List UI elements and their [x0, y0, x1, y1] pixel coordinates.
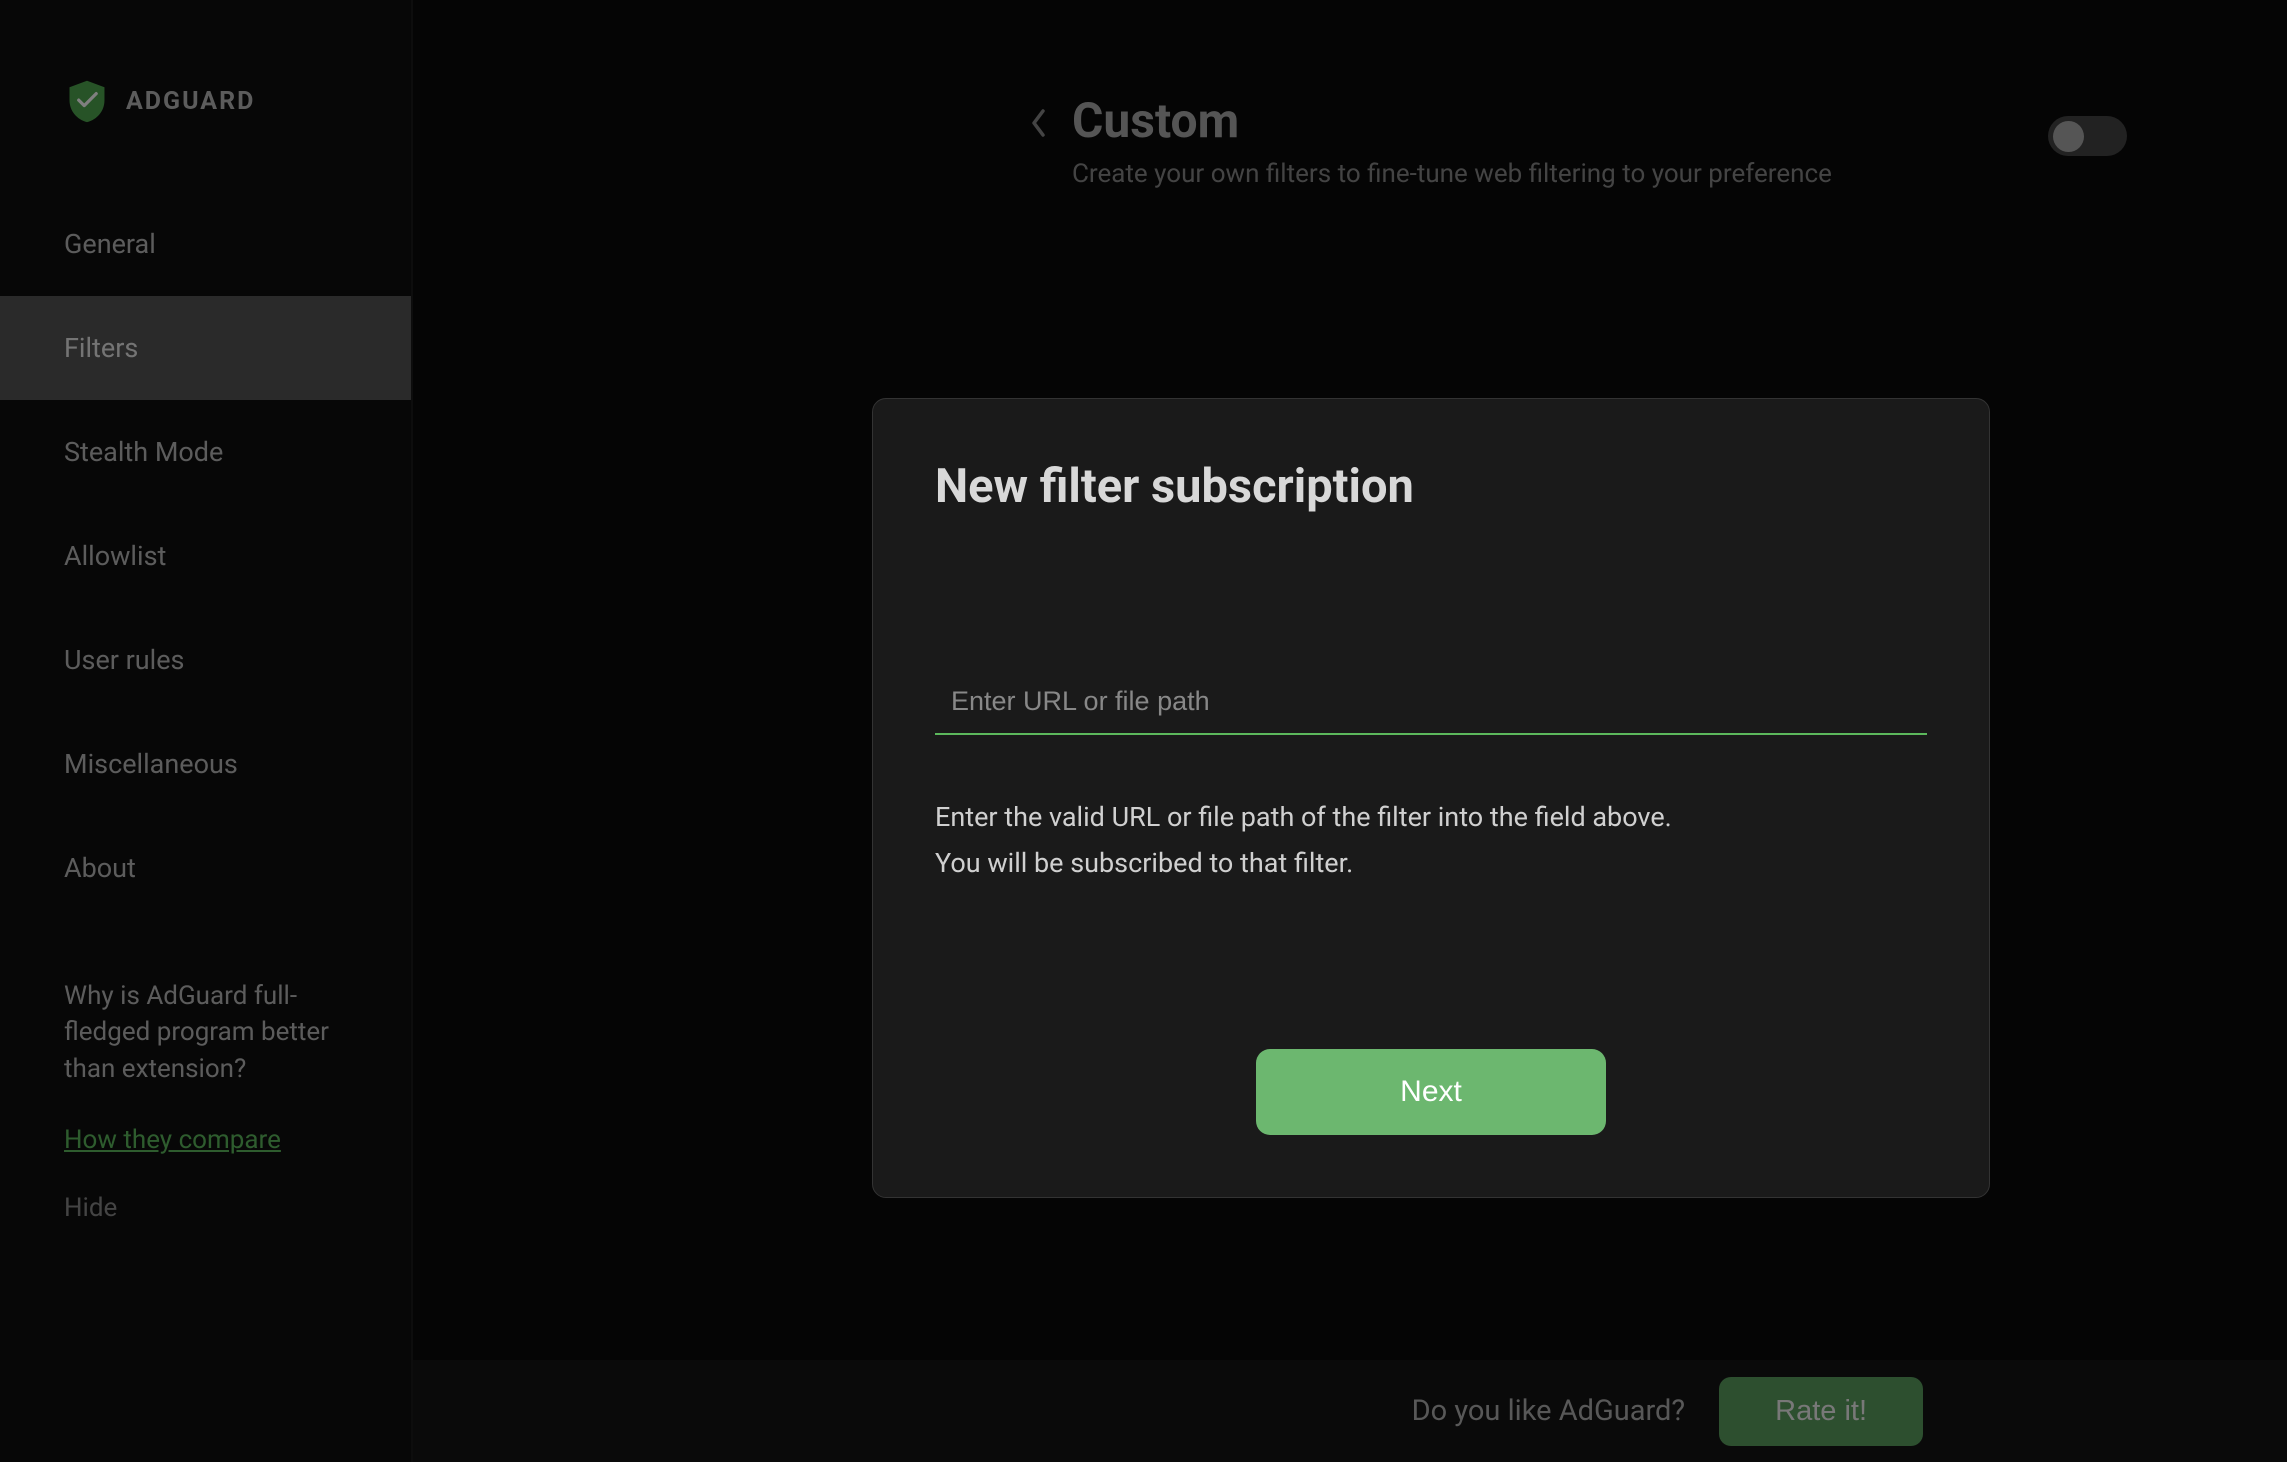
next-button[interactable]: Next — [1256, 1049, 1606, 1135]
modal-help-line-2: You will be subscribed to that filter. — [935, 841, 1927, 887]
filter-url-input[interactable] — [935, 674, 1927, 735]
modal-help-text: Enter the valid URL or file path of the … — [935, 795, 1927, 887]
modal-title: New filter subscription — [935, 459, 1927, 514]
modal-help-line-1: Enter the valid URL or file path of the … — [935, 795, 1927, 841]
new-filter-modal: New filter subscription Enter the valid … — [872, 398, 1990, 1198]
